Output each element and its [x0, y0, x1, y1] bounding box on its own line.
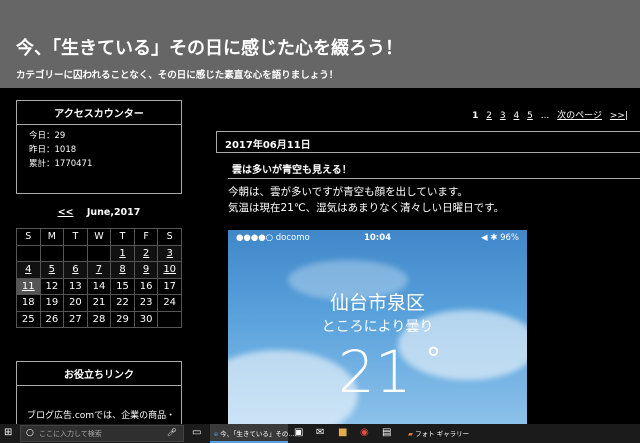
calendar-day — [16, 244, 41, 262]
taskbar-app-browser[interactable]: e 今、「生きている」その... — [210, 424, 295, 443]
site-subtitle: カテゴリーに囚われることなく、その日に感じた素直な心を語りましょう！ — [16, 70, 339, 81]
edge-icon: e — [214, 430, 218, 438]
calendar-day-link[interactable]: 3 — [157, 244, 182, 262]
access-counter-box: アクセスカウンター 今日：29 昨日：1018 累計：1770471 — [16, 100, 182, 194]
calendar-day-link[interactable]: 10 — [157, 261, 182, 279]
degree-symbol: ° — [426, 342, 441, 377]
taskbar-app-label: 今、「生きている」その... — [220, 430, 295, 438]
page-link[interactable]: 4 — [513, 111, 519, 121]
useful-links-box: お役立ちリンク ブログ広告.comでは、企業の商品・ — [16, 361, 182, 431]
window-icon[interactable]: ▤ — [382, 427, 391, 438]
photo-gallery-icon: ▰ — [408, 430, 413, 438]
calendar-day: 27 — [63, 310, 88, 328]
page-ellipsis: ... — [540, 111, 550, 121]
calendar-day: 24 — [157, 294, 182, 312]
calendar-day: 29 — [110, 310, 135, 328]
calendar-day: 13 — [63, 277, 88, 295]
calendar-day: 15 — [110, 277, 135, 295]
calendar-weekday: T — [110, 228, 135, 246]
calendar-day: 28 — [86, 310, 112, 328]
store-icon[interactable]: ▣ — [294, 427, 303, 438]
chrome-icon[interactable]: ◉ — [360, 427, 369, 438]
calendar-weekday: M — [39, 228, 65, 246]
useful-links-title: お役立ちリンク — [17, 362, 181, 386]
search-circle-icon: ○ — [26, 428, 34, 438]
page-link[interactable]: 5 — [527, 111, 533, 121]
weather-city: 仙台市泉区 — [329, 292, 425, 314]
folder-icon[interactable]: ■ — [338, 427, 347, 438]
calendar-caption: << June,2017 — [16, 207, 182, 218]
calendar-weekday: F — [133, 228, 159, 246]
calendar-month: June,2017 — [86, 207, 141, 218]
calendar-day: 30 — [133, 310, 159, 328]
entry-line: 今朝は、雲が多いですが青空も顔を出しています。 — [228, 186, 468, 198]
weather-screenshot-image: ●●●●○ docomo 10:04 ◀ ✱ 96% 仙台市泉区 ところにより曇… — [228, 230, 527, 425]
calendar-day: 21 — [86, 294, 112, 312]
access-counter-title: アクセスカウンター — [17, 101, 181, 125]
last-page-link[interactable]: >>| — [610, 111, 628, 121]
calendar-table: S M T W T F S 1 2 3 4 5 6 7 8 9 10 11 12… — [16, 228, 182, 328]
page-link[interactable]: 3 — [500, 111, 506, 121]
calendar-day: 19 — [39, 294, 65, 312]
windows-taskbar: ⊞ ○ ここに入力して検索 🎤︎ ▭ e 今、「生きている」その... ▣ ✉︎… — [0, 424, 640, 443]
calendar-day: 17 — [157, 277, 182, 295]
entry-line: 気温は現在21℃、湿気はあまりなく清々しい日曜日です。 — [228, 202, 505, 214]
weather-temperature: 21 — [338, 338, 412, 406]
calendar-day-link[interactable]: 8 — [110, 261, 135, 279]
calendar-day — [39, 244, 65, 262]
battery-label: ◀ ✱ 96% — [481, 233, 519, 243]
calendar-day-link[interactable]: 2 — [133, 244, 159, 262]
calendar-day-link[interactable]: 4 — [16, 261, 41, 279]
calendar-weekday: S — [157, 228, 182, 246]
microphone-icon[interactable]: 🎤︎ — [167, 428, 177, 437]
calendar-day-link[interactable]: 1 — [110, 244, 135, 262]
site-header: 今、「生きている」その日に感じた心を綴ろう！ カテゴリーに囚われることなく、その… — [0, 0, 640, 88]
calendar-day-link[interactable]: 7 — [86, 261, 112, 279]
calendar-prev-link[interactable]: << — [58, 207, 74, 218]
search-placeholder: ここに入力して検索 — [39, 430, 102, 438]
calendar-day: 22 — [110, 294, 135, 312]
calendar-day: 26 — [39, 310, 65, 328]
calendar-day: 23 — [133, 294, 159, 312]
calendar-weekday: T — [63, 228, 88, 246]
calendar-day-today[interactable]: 11 — [16, 277, 41, 295]
calendar-day: 18 — [16, 294, 41, 312]
entry-body: 今朝は、雲が多いですが青空も顔を出しています。 気温は現在21℃、湿気はあまりな… — [228, 184, 504, 216]
weather-condition: ところにより曇り — [321, 319, 434, 335]
site-title[interactable]: 今、「生きている」その日に感じた心を綴ろう！ — [16, 34, 403, 60]
taskbar-app-photo-gallery[interactable]: ▰ フォト ギャラリー — [404, 424, 469, 443]
calendar-weekday: S — [16, 228, 41, 246]
calendar-day — [63, 244, 88, 262]
calendar-day: 20 — [63, 294, 88, 312]
calendar-day: 16 — [133, 277, 159, 295]
next-page-link[interactable]: 次のページ — [557, 111, 602, 121]
calendar-weekday: W — [86, 228, 112, 246]
mail-icon[interactable]: ✉︎ — [316, 427, 324, 438]
taskbar-search-box[interactable]: ○ ここに入力して検索 🎤︎ — [20, 425, 184, 442]
entry-date: 2017年06月11日 — [216, 131, 640, 153]
calendar-day: 12 — [39, 277, 65, 295]
calendar-day: 25 — [16, 310, 41, 328]
page-current: 1 — [472, 111, 479, 121]
counter-total: 累計：1770471 — [29, 159, 93, 169]
page-link[interactable]: 2 — [486, 111, 492, 121]
calendar-day-link[interactable]: 9 — [133, 261, 159, 279]
phone-status-bar: ●●●●○ docomo 10:04 ◀ ✱ 96% — [228, 230, 527, 247]
windows-start-icon[interactable]: ⊞ — [4, 427, 12, 438]
task-view-icon[interactable]: ▭ — [192, 427, 201, 438]
calendar-day-link[interactable]: 5 — [39, 261, 65, 279]
calendar-day: 14 — [86, 277, 112, 295]
useful-links-text[interactable]: ブログ広告.comでは、企業の商品・ — [17, 386, 181, 421]
calendar-day — [157, 310, 182, 328]
pagination: 1 2 3 4 5 ... 次のページ >>| — [467, 108, 628, 121]
taskbar-app-label: フォト ギャラリー — [415, 430, 470, 438]
counter-today: 今日：29 — [29, 131, 66, 141]
entry-title[interactable]: 雲は多いが青空も見える！ — [228, 161, 640, 179]
counter-yesterday: 昨日：1018 — [29, 145, 77, 155]
calendar-day-link[interactable]: 6 — [63, 261, 88, 279]
calendar-day — [86, 244, 112, 262]
